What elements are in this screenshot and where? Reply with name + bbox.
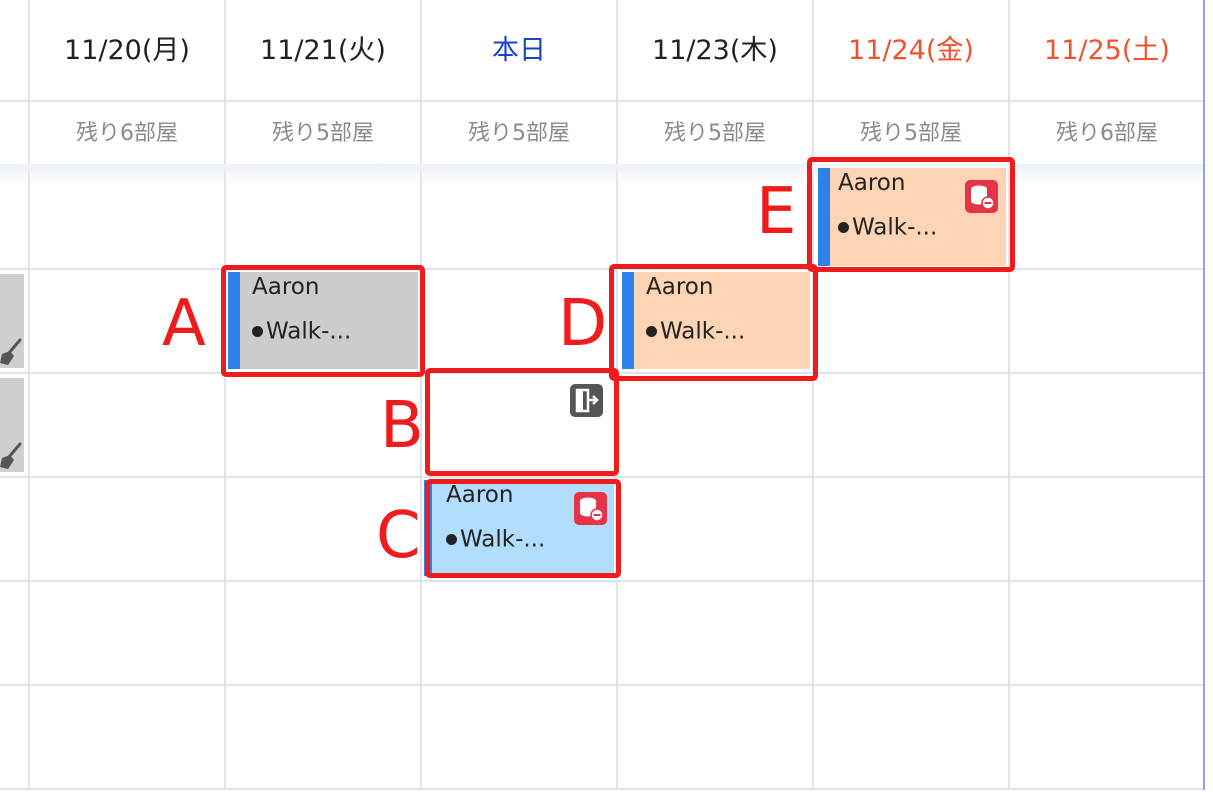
date-header-1124[interactable]: 11/24(金): [814, 24, 1008, 78]
remaining-rooms-1123: 残り5部屋: [664, 121, 766, 146]
annotation-label-d: D: [558, 287, 608, 361]
row-divider: [0, 788, 1205, 790]
remaining-rooms-1124: 残り5部屋: [860, 121, 962, 146]
remaining-rooms-1120: 残り6部屋: [76, 121, 178, 146]
remaining-rooms-1125: 残り6部屋: [1056, 121, 1158, 146]
row-divider: [0, 684, 1205, 686]
annotation-frame-e: [807, 157, 1015, 272]
annotation-frame-a: [221, 265, 425, 377]
date-header-1123[interactable]: 11/23(木): [618, 24, 812, 78]
date-header-1125[interactable]: 11/25(土): [1010, 24, 1204, 78]
annotation-frame-b: [425, 368, 619, 476]
row-divider: [0, 580, 1205, 582]
row-divider: [0, 268, 1205, 270]
date-header-today[interactable]: 本日: [422, 24, 616, 78]
annotation-label-b: B: [380, 389, 424, 463]
header-shadow: [0, 164, 1203, 184]
annotation-label-e: E: [756, 175, 797, 249]
header-divider: [0, 100, 1205, 102]
annotation-frame-d: [609, 264, 818, 381]
room-cell[interactable]: [0, 274, 24, 368]
annotation-frame-c: [425, 479, 621, 578]
annotation-label-a: A: [162, 287, 206, 361]
room-cell[interactable]: [0, 378, 24, 472]
remaining-rooms-today: 残り5部屋: [468, 121, 570, 146]
remaining-rooms-1121: 残り5部屋: [272, 121, 374, 146]
date-header-1120[interactable]: 11/20(月): [30, 24, 224, 78]
cleaning-broom-icon: [0, 442, 22, 469]
date-header-1121[interactable]: 11/21(火): [226, 24, 420, 78]
cleaning-broom-icon: [0, 338, 22, 365]
annotation-label-c: C: [376, 499, 421, 573]
row-divider: [0, 476, 1205, 478]
